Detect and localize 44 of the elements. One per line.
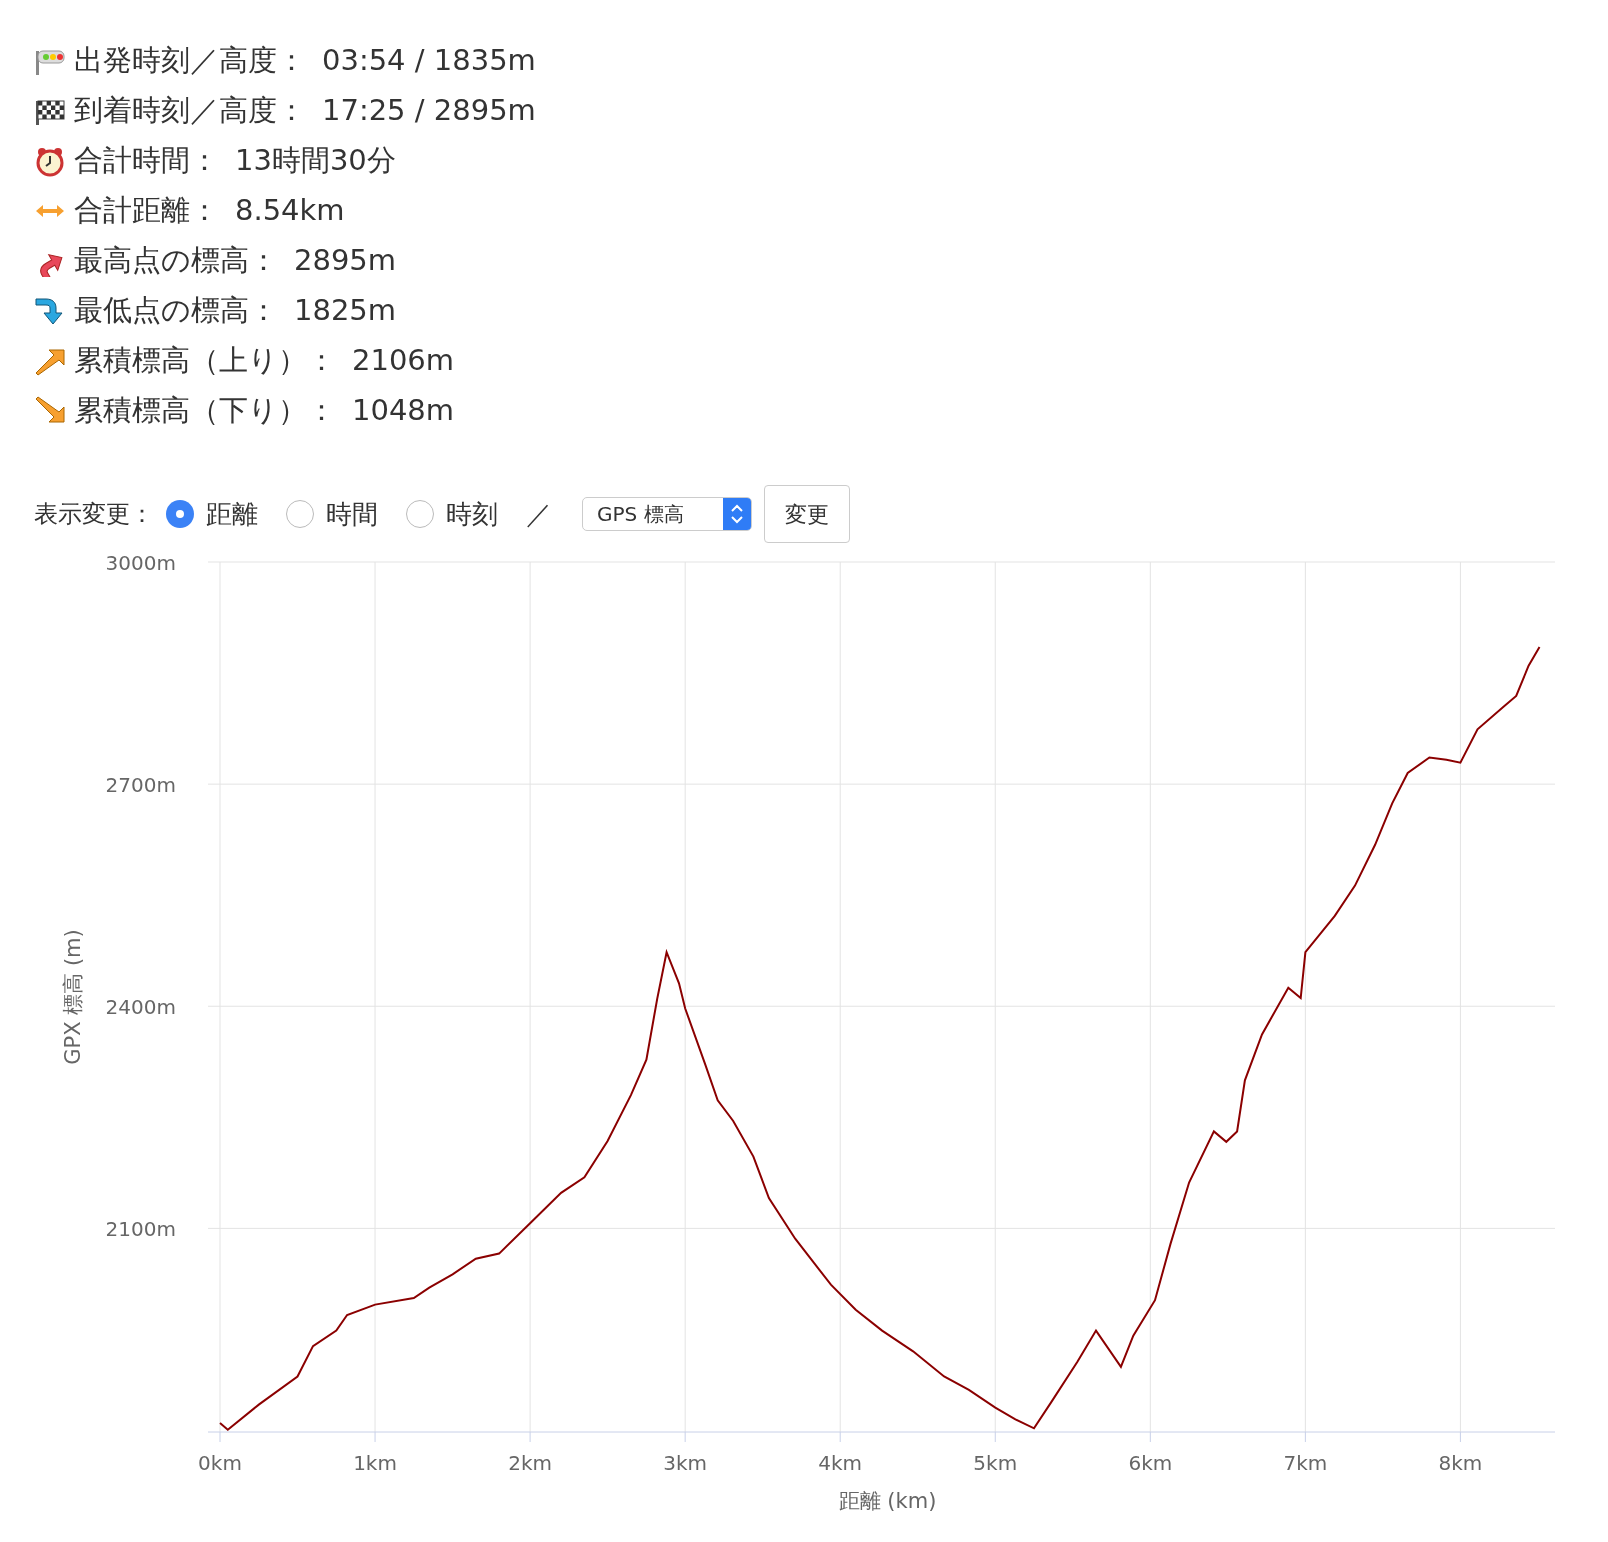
stat-label: 最低点の標高：	[74, 292, 278, 330]
radio-button[interactable]	[406, 500, 434, 528]
axis-tick-label: 2700m	[105, 773, 176, 798]
axis-tick-label: 2km	[508, 1451, 552, 1475]
change-button[interactable]: 変更	[764, 485, 850, 543]
axis-tick-label: 0km	[198, 1451, 242, 1475]
axis-tick-label: 5km	[973, 1451, 1018, 1475]
separator-text: ／	[526, 497, 552, 531]
radio-button[interactable]	[166, 500, 194, 528]
axis-tick-label: 2400m	[105, 995, 176, 1020]
axis-tick-label: 3000m	[105, 551, 176, 575]
dropdown-select[interactable]: GPS 標高	[582, 497, 752, 531]
stat-value: 13時間30分	[235, 142, 396, 180]
axis-tick-label: 3km	[663, 1451, 708, 1475]
stat-value: 2106m	[352, 342, 455, 380]
stat-value: 03:54 / 1835m	[322, 42, 536, 80]
stat-label: 最高点の標高：	[74, 242, 278, 280]
radio-button[interactable]	[286, 500, 314, 528]
stat-value: 1048m	[352, 392, 455, 430]
x-axis-title: 距離 (km)	[838, 1489, 937, 1513]
stat-label: 出発時刻／高度：	[74, 42, 306, 80]
axis-tick-label: 1km	[353, 1451, 397, 1475]
down-turn-arrow-icon	[34, 295, 66, 327]
axis-tick-label: 4km	[818, 1451, 863, 1475]
stat-label: 累積標高（上り）：	[74, 342, 336, 380]
radio-option[interactable]: 距離	[166, 494, 258, 534]
stat-label: 到着時刻／高度：	[74, 92, 306, 130]
axis-tick-label: 2100m	[105, 1217, 176, 1242]
axis-tick-label: 8km	[1438, 1451, 1483, 1475]
stat-value: 17:25 / 2895m	[322, 92, 536, 130]
axis-tick-label: 7km	[1283, 1451, 1328, 1475]
axis-tick-label: 6km	[1128, 1451, 1173, 1475]
stat-value: 1825m	[294, 292, 397, 330]
stat-value: 2895m	[294, 242, 397, 280]
alarm-clock-icon	[34, 145, 66, 177]
stat-label: 累積標高（下り）：	[74, 392, 336, 430]
y-axis-title: GPX 標高 (m)	[61, 929, 85, 1065]
display-change-label: 表示変更：	[34, 499, 154, 530]
stat-label: 合計時間：	[74, 142, 219, 180]
stat-label: 合計距離：	[74, 192, 219, 230]
stat-value: 8.54km	[235, 192, 345, 230]
radio-option[interactable]: 時間	[286, 494, 378, 534]
radio-option[interactable]: 時刻	[406, 494, 498, 534]
chevron-updown-icon	[723, 498, 751, 530]
